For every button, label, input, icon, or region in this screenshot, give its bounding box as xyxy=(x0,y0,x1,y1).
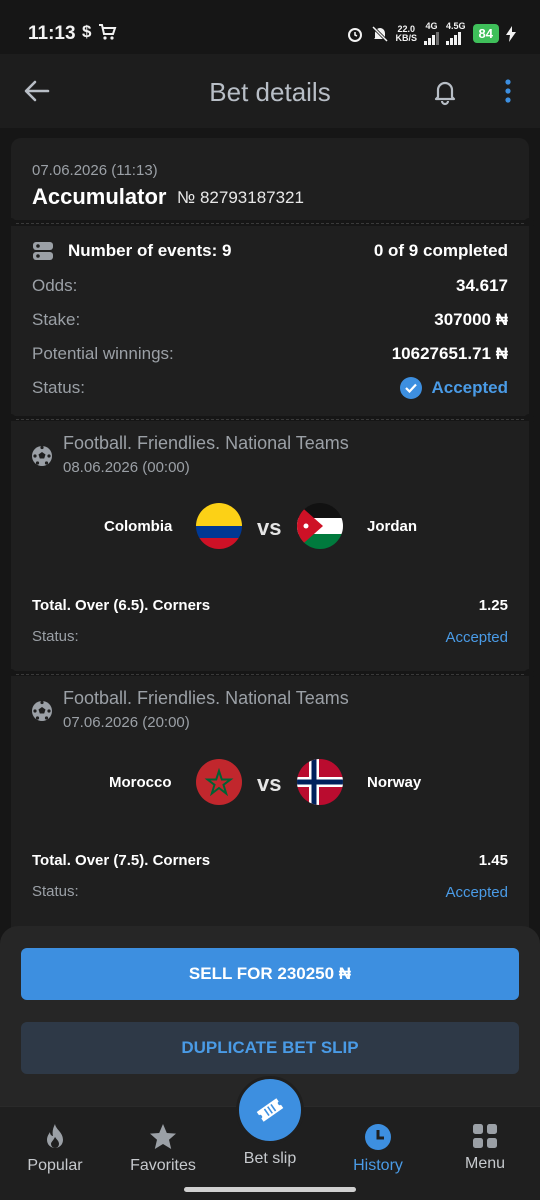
status-badge: Accepted xyxy=(400,377,508,399)
nav-favorites[interactable]: Favorites xyxy=(118,1115,208,1177)
nav-label: Popular xyxy=(27,1157,83,1174)
bet-summary-card: Number of events: 9 0 of 9 completed Odd… xyxy=(11,226,529,416)
event-card[interactable]: Football. Friendlies. National Teams 07.… xyxy=(11,676,529,936)
notification-icons: $ xyxy=(82,22,117,42)
event-card[interactable]: Football. Friendlies. National Teams 08.… xyxy=(11,421,529,671)
mute-bell-icon xyxy=(371,25,388,42)
checkmark-icon xyxy=(400,377,423,399)
grid-menu-icon xyxy=(473,1124,497,1148)
stake-row: Stake: 307000 ₦ xyxy=(32,310,508,329)
football-icon xyxy=(32,445,52,466)
star-icon xyxy=(150,1124,176,1149)
event-date: 07.06.2026 (20:00) xyxy=(63,714,190,731)
home-team: Morocco xyxy=(109,774,172,791)
market-odd: 1.45 xyxy=(478,852,508,869)
duplicate-bet-slip-button[interactable]: DUPLICATE BET SLIP xyxy=(21,1022,519,1074)
nav-popular[interactable]: Popular xyxy=(10,1115,100,1177)
odds-value: 34.617 xyxy=(456,276,508,295)
football-icon xyxy=(32,700,52,721)
vs-label: vs xyxy=(257,771,282,796)
ticket-icon xyxy=(256,1098,284,1122)
away-team: Jordan xyxy=(367,518,418,535)
nav-menu[interactable]: Menu xyxy=(440,1115,530,1177)
clock-icon xyxy=(365,1124,391,1150)
app-header: Bet details xyxy=(0,54,540,128)
completed-count: 0 of 9 completed xyxy=(373,241,508,260)
morocco-flag-icon xyxy=(196,759,242,805)
sell-button[interactable]: SELL FOR 230250 ₦ xyxy=(21,948,519,1000)
market-name: Total. Over (7.5). Corners xyxy=(32,852,211,869)
vs-label: vs xyxy=(257,515,282,540)
events-row: Number of events: 9 0 of 9 completed xyxy=(32,238,508,264)
winnings-value: 10627651.71 ₦ xyxy=(391,344,508,363)
event-league: Football. Friendlies. National Teams xyxy=(63,433,349,453)
cart-icon xyxy=(99,24,117,40)
home-indicator[interactable] xyxy=(184,1187,356,1192)
charging-icon xyxy=(506,25,516,42)
jordan-flag-icon xyxy=(297,503,343,549)
system-icons: 22.0 KB/S 4G 4.5G 84 xyxy=(346,22,516,45)
net-speed: 22.0 KB/S xyxy=(395,23,418,43)
event-status: Accepted xyxy=(445,629,508,646)
more-options-icon[interactable] xyxy=(498,76,518,106)
winnings-row: Potential winnings: 10627651.71 ₦ xyxy=(32,344,508,363)
stake-value: 307000 ₦ xyxy=(434,310,508,329)
divider xyxy=(11,223,529,224)
event-league: Football. Friendlies. National Teams xyxy=(63,688,349,708)
home-team: Colombia xyxy=(104,518,173,535)
events-count: Number of events: 9 xyxy=(32,241,231,261)
s-app-icon: $ xyxy=(82,22,92,41)
divider xyxy=(11,674,529,675)
event-date: 08.06.2026 (00:00) xyxy=(63,459,190,476)
divider xyxy=(11,419,529,420)
signal-2: 4.5G xyxy=(446,22,466,45)
flame-icon xyxy=(47,1124,63,1148)
bet-slip-button[interactable] xyxy=(236,1076,304,1144)
alarm-icon xyxy=(347,27,362,42)
colombia-flag-icon xyxy=(196,503,242,549)
bet-number: № 82793187321 xyxy=(177,188,304,207)
bet-header-card: 07.06.2026 (11:13) Accumulator № 8279318… xyxy=(11,138,529,220)
notification-bell-icon[interactable] xyxy=(430,76,460,106)
nav-label: Favorites xyxy=(130,1157,196,1174)
event-status: Accepted xyxy=(445,884,508,901)
battery-indicator: 84 xyxy=(472,24,499,43)
nav-label: Menu xyxy=(464,1155,506,1172)
norway-flag-icon xyxy=(297,759,343,805)
nav-history[interactable]: History xyxy=(333,1115,423,1177)
bet-type: Accumulator xyxy=(32,184,167,209)
away-team: Norway xyxy=(367,774,422,791)
clock: 11:13 xyxy=(28,23,76,44)
odds-row: Odds: 34.617 xyxy=(32,276,508,295)
status-row: Status: Accepted xyxy=(32,377,508,399)
events-list-icon xyxy=(33,242,53,260)
market-odd: 1.25 xyxy=(478,597,508,614)
signal-1: 4G xyxy=(424,22,440,45)
nav-bet-slip-label[interactable]: Bet slip xyxy=(225,1150,315,1168)
nav-label: History xyxy=(353,1157,403,1174)
market-name: Total. Over (6.5). Corners xyxy=(32,597,211,614)
bet-date: 07.06.2026 (11:13) xyxy=(32,162,158,179)
